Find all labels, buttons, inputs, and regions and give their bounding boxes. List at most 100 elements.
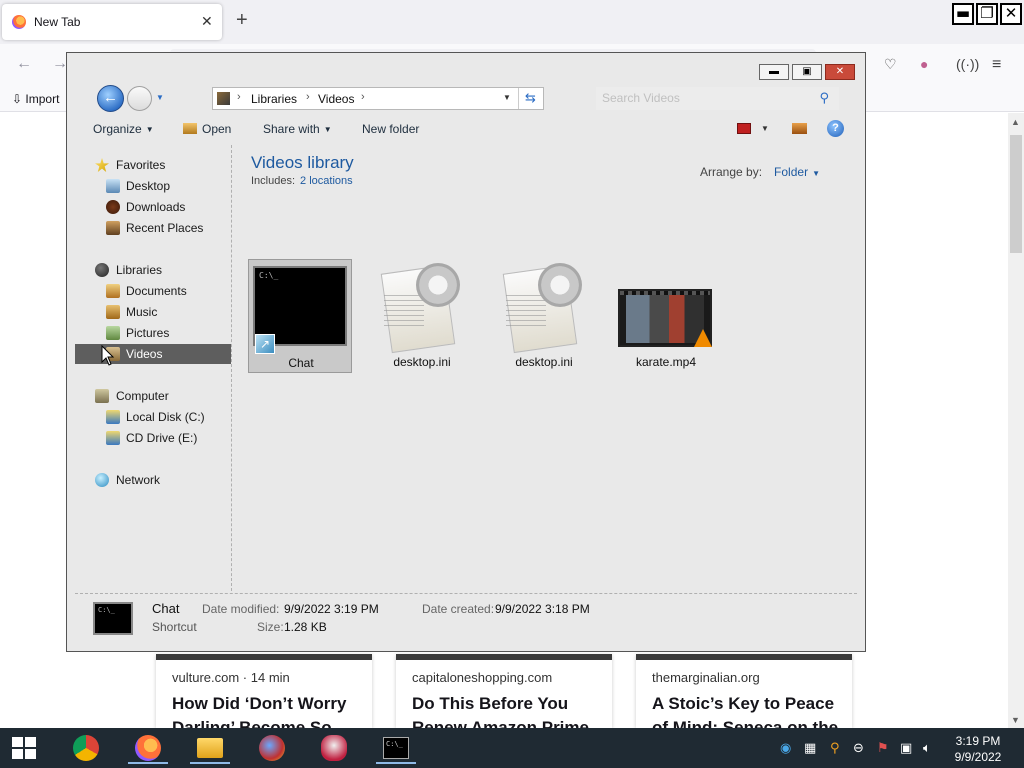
breadcrumb-chevron-icon[interactable]: ›	[306, 91, 310, 103]
scroll-down-icon[interactable]: ▼	[1011, 715, 1020, 725]
start-button[interactable]	[12, 737, 36, 759]
nav-documents[interactable]: Documents	[75, 281, 231, 301]
import-bookmarks-button[interactable]: ⇩ Import	[12, 92, 59, 106]
address-bar[interactable]: › Libraries › Videos › ▼	[212, 87, 544, 110]
account-icon[interactable]: ●	[920, 56, 928, 72]
story-card[interactable]: vulture.com · 14 min How Did ‘Don’t Worr…	[156, 654, 372, 728]
back-arrow-icon[interactable]: ←	[16, 55, 32, 73]
size-label: Size:	[257, 620, 284, 634]
address-dropdown-icon[interactable]: ▼	[503, 93, 511, 102]
tray-status-icon[interactable]: ⊖	[853, 740, 864, 756]
breadcrumb-libraries[interactable]: Libraries	[251, 92, 297, 106]
recent-pages-dropdown-icon[interactable]: ▼	[156, 93, 164, 102]
taskbar-command-prompt[interactable]: C:\_	[376, 732, 416, 764]
explorer-minimize-button[interactable]: ▬	[759, 64, 789, 80]
story-card[interactable]: themarginalian.org A Stoic’s Key to Peac…	[636, 654, 852, 728]
shortcut-arrow-icon: ↗	[255, 334, 275, 354]
forward-button[interactable]	[127, 86, 152, 111]
nav-label: Desktop	[126, 179, 171, 193]
new-folder-button[interactable]: New folder	[362, 122, 419, 136]
back-button[interactable]: ←	[97, 85, 124, 112]
nav-downloads[interactable]: Downloads	[75, 197, 231, 217]
file-item-karate-mp4[interactable]: karate.mp4	[614, 259, 718, 373]
taskbar-firefox[interactable]	[128, 732, 168, 764]
open-button[interactable]: Open	[183, 122, 231, 136]
nav-desktop[interactable]: Desktop	[75, 176, 231, 196]
size-value: 1.28 KB	[284, 620, 327, 634]
breadcrumb-videos[interactable]: Videos	[318, 92, 354, 106]
chevron-down-icon[interactable]: ▼	[812, 169, 820, 178]
nav-label: Local Disk (C:)	[126, 410, 205, 424]
tray-search-icon[interactable]: ⚲	[830, 740, 840, 756]
extensions-icon[interactable]: ((·))	[956, 56, 979, 72]
page-scrollbar[interactable]: ▲ ▼	[1008, 113, 1024, 728]
taskbar-paint[interactable]	[252, 732, 292, 764]
minimize-button[interactable]: ▬	[952, 3, 974, 25]
story-source: themarginalian.org	[652, 670, 760, 685]
taskbar-file-explorer[interactable]	[190, 732, 230, 764]
explorer-maximize-button[interactable]: ▣	[792, 64, 822, 80]
tray-network-sharing-icon[interactable]: ◉	[780, 740, 791, 756]
share-with-button[interactable]: Share with ▼	[263, 122, 332, 136]
locations-link[interactable]: 2 locations	[300, 175, 353, 187]
nav-recent-places[interactable]: Recent Places	[75, 218, 231, 238]
pictures-icon	[106, 326, 120, 340]
file-item-desktop-ini[interactable]: desktop.ini	[370, 259, 474, 373]
new-tab-button[interactable]: +	[236, 10, 248, 30]
search-icon[interactable]: ⚲	[819, 90, 829, 106]
file-item-chat[interactable]: C:\_ ↗ Chat	[248, 259, 352, 373]
menu-icon[interactable]: ≡	[992, 56, 1001, 74]
preview-pane-icon[interactable]	[792, 123, 807, 134]
nav-music[interactable]: Music	[75, 302, 231, 322]
nav-network[interactable]: Network	[75, 470, 231, 490]
nav-local-disk[interactable]: Local Disk (C:)	[75, 407, 231, 427]
hard-drive-icon	[106, 410, 120, 424]
nav-label: Network	[116, 473, 161, 487]
restore-button[interactable]: ❐	[976, 3, 998, 25]
nav-label: Music	[126, 305, 158, 319]
file-item-desktop-ini[interactable]: desktop.ini	[492, 259, 596, 373]
story-card[interactable]: capitaloneshopping.com Do This Before Yo…	[396, 654, 612, 728]
scroll-up-icon[interactable]: ▲	[1011, 117, 1020, 127]
organize-button[interactable]: Organize ▼	[93, 122, 154, 136]
nav-label: Videos	[126, 347, 163, 361]
view-options-dropdown-icon[interactable]: ▼	[761, 124, 769, 133]
nav-favorites[interactable]: Favorites	[75, 155, 231, 175]
taskbar-snipping-tool[interactable]	[314, 732, 354, 764]
nav-label: CD Drive (E:)	[126, 431, 198, 445]
tray-monitor-icon[interactable]: ▣	[900, 740, 912, 756]
nav-cd-drive[interactable]: CD Drive (E:)	[75, 428, 231, 448]
tab-new-tab[interactable]: New Tab ✕	[2, 4, 222, 40]
close-button[interactable]: ✕	[1000, 3, 1022, 25]
taskbar-chrome[interactable]	[66, 732, 106, 764]
refresh-icon: ⇆	[525, 90, 536, 105]
computer-icon	[95, 389, 109, 403]
pocket-icon[interactable]: ♡	[884, 56, 897, 73]
search-box[interactable]: ⚲	[596, 87, 839, 110]
scrollbar-thumb[interactable]	[1010, 135, 1022, 253]
change-view-icon[interactable]	[737, 123, 751, 134]
nav-computer[interactable]: Computer	[75, 386, 231, 406]
nav-libraries[interactable]: Libraries	[75, 260, 231, 280]
tray-display-icon[interactable]: ▦	[804, 740, 816, 756]
arrange-by-dropdown[interactable]: Folder	[774, 165, 808, 179]
breadcrumb-chevron-icon[interactable]: ›	[361, 91, 365, 103]
explorer-close-button[interactable]: ✕	[825, 64, 855, 80]
explorer-window: ▬▣✕ ← ▼ › Libraries › Videos › ▼ ⇆ ⚲ Org…	[66, 52, 866, 652]
document-lines	[384, 295, 424, 329]
breadcrumb-chevron-icon[interactable]: ›	[237, 91, 241, 103]
nav-videos[interactable]: Videos	[75, 344, 231, 364]
arrange-by: Arrange by: Folder ▼	[700, 165, 820, 179]
search-input[interactable]	[596, 87, 796, 108]
tray-flag-icon[interactable]: ⚑	[877, 740, 889, 756]
nav-pictures[interactable]: Pictures	[75, 323, 231, 343]
help-icon[interactable]: ?	[827, 120, 844, 137]
tab-close-button[interactable]: ✕	[201, 13, 213, 30]
system-clock[interactable]: 3:19 PM 9/9/2022	[940, 733, 1016, 765]
refresh-button[interactable]: ⇆	[518, 88, 542, 109]
clock-date: 9/9/2022	[954, 750, 1002, 764]
tray-volume-icon[interactable]: 🔈︎	[923, 740, 931, 756]
open-label: Open	[202, 122, 232, 136]
firefox-tab-bar: New Tab ✕ + ▬ ❐ ✕	[0, 0, 1024, 44]
open-icon	[183, 123, 197, 134]
